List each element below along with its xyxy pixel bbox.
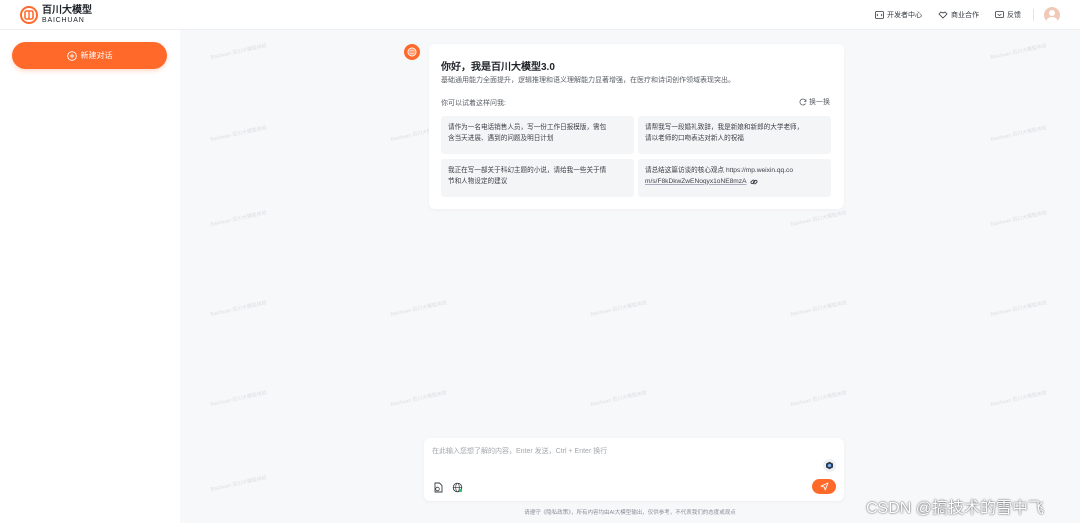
- link-icon: [750, 179, 757, 185]
- header-actions: 开发者中心 商业合作 反馈: [859, 0, 1060, 30]
- feedback-link[interactable]: 反馈: [995, 10, 1021, 20]
- brand-name-en: BAICHUAN: [42, 16, 85, 24]
- globe-icon: [452, 482, 462, 492]
- welcome-title: 你好，我是百川大模型3.0: [441, 62, 555, 73]
- watermark: Baichuan 百川大模型体验: [210, 475, 268, 493]
- brand-logo[interactable]: 百川大模型 BAICHUAN: [20, 4, 92, 24]
- watermark: Baichuan 百川大模型体验: [990, 210, 1048, 228]
- feedback-icon: [995, 11, 1004, 18]
- suggestion-link[interactable]: m/s/F8kDkwZwENoqyx1oNE8mzA: [645, 177, 747, 188]
- refresh-icon: [799, 98, 807, 106]
- web-search-button[interactable]: [451, 481, 463, 493]
- watermark: Baichuan 百川大模型体验: [210, 43, 268, 61]
- watermark: Baichuan 百川大模型体验: [790, 390, 848, 408]
- watermark: Baichuan 百川大模型体验: [990, 390, 1048, 408]
- watermark: Baichuan 百川大模型体验: [990, 300, 1048, 318]
- suggestion-card[interactable]: 请总结这篇访谈的核心观点 https://mp.weixin.qq.co m/s…: [638, 159, 831, 197]
- business-cooperation-label: 商业合作: [951, 12, 979, 19]
- watermark: Baichuan 百川大模型体验: [210, 300, 268, 318]
- watermark: Baichuan 百川大模型体验: [990, 43, 1048, 61]
- new-chat-label: 新建对话: [80, 51, 113, 60]
- file-upload-button[interactable]: [432, 481, 444, 493]
- file-icon: [434, 482, 442, 492]
- csdn-watermark: CSDN @搞技术的雪中飞: [866, 500, 1045, 517]
- feedback-label: 反馈: [1007, 12, 1021, 19]
- user-avatar[interactable]: [1044, 7, 1060, 23]
- sidebar: 新建对话: [0, 30, 180, 523]
- chat-main: Baichuan 百川大模型体验 Baichuan 百川大模型体验 Baichu…: [180, 30, 1080, 523]
- cube-icon: [826, 461, 833, 470]
- top-header: 百川大模型 BAICHUAN 开发者中心 商业合作 反馈: [0, 0, 1080, 30]
- assistant-avatar: [404, 44, 420, 60]
- welcome-subtitle: 基础通用能力全面提升，逻辑推理和语义理解能力显著增强，在医疗和诗词创作领域表现突…: [441, 77, 735, 84]
- brand-name: 百川大模型: [42, 4, 92, 16]
- watermark: Baichuan 百川大模型体验: [590, 300, 648, 318]
- suggestion-card[interactable]: 我正在写一部关于科幻主题的小说，请给我一些关于情 节和人物设定的建议: [441, 159, 634, 197]
- suggestion-card[interactable]: 请帮我写一段婚礼致辞，我是新娘和新郎的大学老师， 请以老师的口吻表达对新人的祝福: [638, 116, 831, 154]
- watermark: Baichuan 百川大模型体验: [210, 390, 268, 408]
- business-cooperation-link[interactable]: 商业合作: [938, 10, 979, 20]
- send-button[interactable]: [812, 479, 836, 494]
- chat-input-box: [424, 438, 844, 501]
- handshake-icon: [938, 11, 948, 19]
- model-switch-button[interactable]: [823, 459, 836, 472]
- watermark: Baichuan 百川大模型体验: [210, 125, 268, 143]
- code-icon: [875, 11, 884, 19]
- plus-circle-icon: [66, 50, 77, 61]
- baichuan-logo-icon: [407, 47, 417, 57]
- developer-center-label: 开发者中心: [887, 12, 922, 19]
- refresh-suggestions-button[interactable]: 换一换: [799, 97, 830, 107]
- watermark: Baichuan 百川大模型体验: [390, 390, 448, 408]
- watermark: Baichuan 百川大模型体验: [390, 300, 448, 318]
- suggestion-card[interactable]: 请作为一名电话销售人员，写一份工作日报模版，需包 含当天进展、遇到的问题及明日计…: [441, 116, 634, 154]
- watermark: Baichuan 百川大模型体验: [790, 300, 848, 318]
- watermark: Baichuan 百川大模型体验: [990, 125, 1048, 143]
- watermark: Baichuan 百川大模型体验: [210, 210, 268, 228]
- header-divider: [1033, 9, 1034, 21]
- welcome-card: 你好，我是百川大模型3.0 基础通用能力全面提升，逻辑推理和语义理解能力显著增强…: [429, 44, 844, 209]
- developer-center-link[interactable]: 开发者中心: [875, 10, 922, 20]
- new-chat-button[interactable]: 新建对话: [12, 42, 167, 69]
- baichuan-logo-icon: [20, 5, 38, 24]
- send-icon: [820, 482, 828, 491]
- user-icon: [1046, 10, 1058, 23]
- watermark: Baichuan 百川大模型体验: [590, 390, 648, 408]
- refresh-label: 换一换: [809, 99, 830, 106]
- suggestion-hint: 你可以试着这样问我:: [441, 100, 506, 107]
- chat-input[interactable]: [432, 443, 812, 459]
- watermark: Baichuan 百川大模型体验: [790, 210, 848, 228]
